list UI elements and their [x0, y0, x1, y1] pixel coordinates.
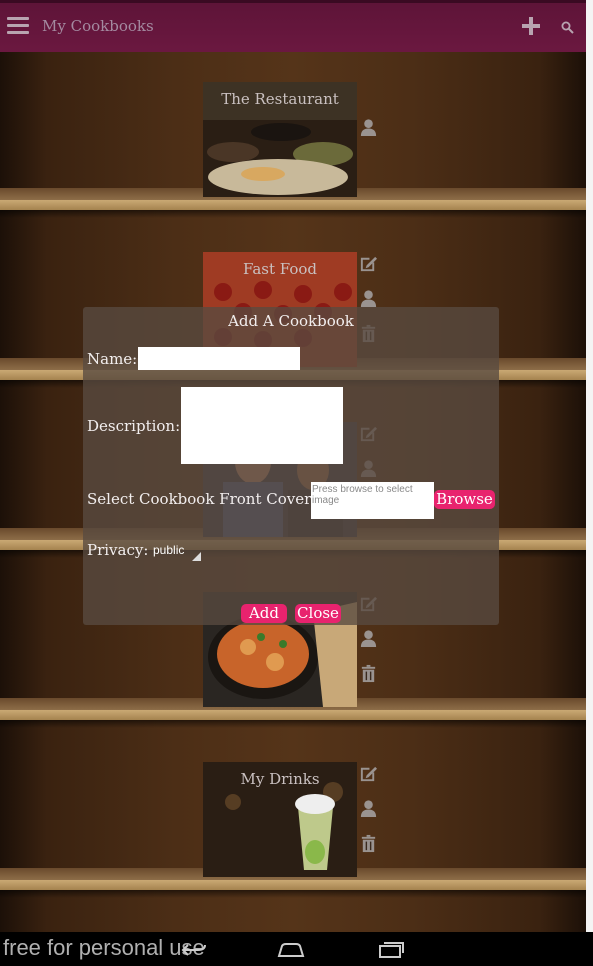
cookbook-actions [359, 764, 379, 869]
privacy-label: Privacy: [87, 541, 149, 559]
edit-icon[interactable] [359, 254, 378, 273]
description-label: Description: [87, 417, 181, 435]
home-icon[interactable] [276, 942, 306, 958]
cover-file-field[interactable]: Press browse to select image [311, 482, 434, 519]
cookbook-cover[interactable]: The Restaurant [203, 82, 357, 197]
back-icon[interactable] [180, 942, 208, 958]
browse-button[interactable]: Browse [434, 490, 495, 509]
cover-label: Select Cookbook Front Cover : [87, 490, 322, 508]
add-button[interactable]: Add [241, 604, 287, 623]
cookbook-actions [359, 118, 379, 153]
edit-icon[interactable] [359, 764, 378, 783]
system-nav-bar: free for personal use [0, 932, 593, 966]
user-icon[interactable] [359, 289, 378, 308]
dialog-title: Add A Cookbook [228, 312, 354, 330]
privacy-value: public [153, 543, 185, 557]
privacy-select[interactable]: public [153, 543, 201, 561]
cookbook-title: My Drinks [240, 770, 320, 788]
cookbook-title: The Restaurant [221, 90, 339, 108]
menu-icon[interactable] [7, 17, 29, 35]
user-icon[interactable] [359, 118, 378, 137]
trash-icon[interactable] [359, 834, 378, 853]
screen-edge [586, 0, 593, 932]
close-button[interactable]: Close [295, 604, 341, 623]
user-icon[interactable] [359, 629, 378, 648]
recent-apps-icon[interactable] [377, 941, 405, 959]
add-icon[interactable] [520, 15, 542, 37]
cookbook-cover[interactable]: My Drinks [203, 762, 357, 877]
name-field[interactable] [138, 347, 300, 370]
watermark-text: free for personal use [3, 935, 205, 960]
user-icon[interactable] [359, 799, 378, 818]
cover-file-hint: Press browse to select image [312, 484, 413, 506]
search-icon[interactable] [561, 21, 574, 34]
dropdown-triangle-icon [192, 552, 201, 561]
app-bar: My Cookbooks [0, 0, 586, 52]
add-cookbook-dialog: Add A Cookbook Name: Description: Select… [83, 307, 499, 625]
name-label: Name: [87, 350, 138, 368]
trash-icon[interactable] [359, 664, 378, 683]
app-title: My Cookbooks [42, 17, 154, 35]
description-field[interactable] [181, 387, 343, 464]
cookbook-title: Fast Food [242, 260, 318, 278]
